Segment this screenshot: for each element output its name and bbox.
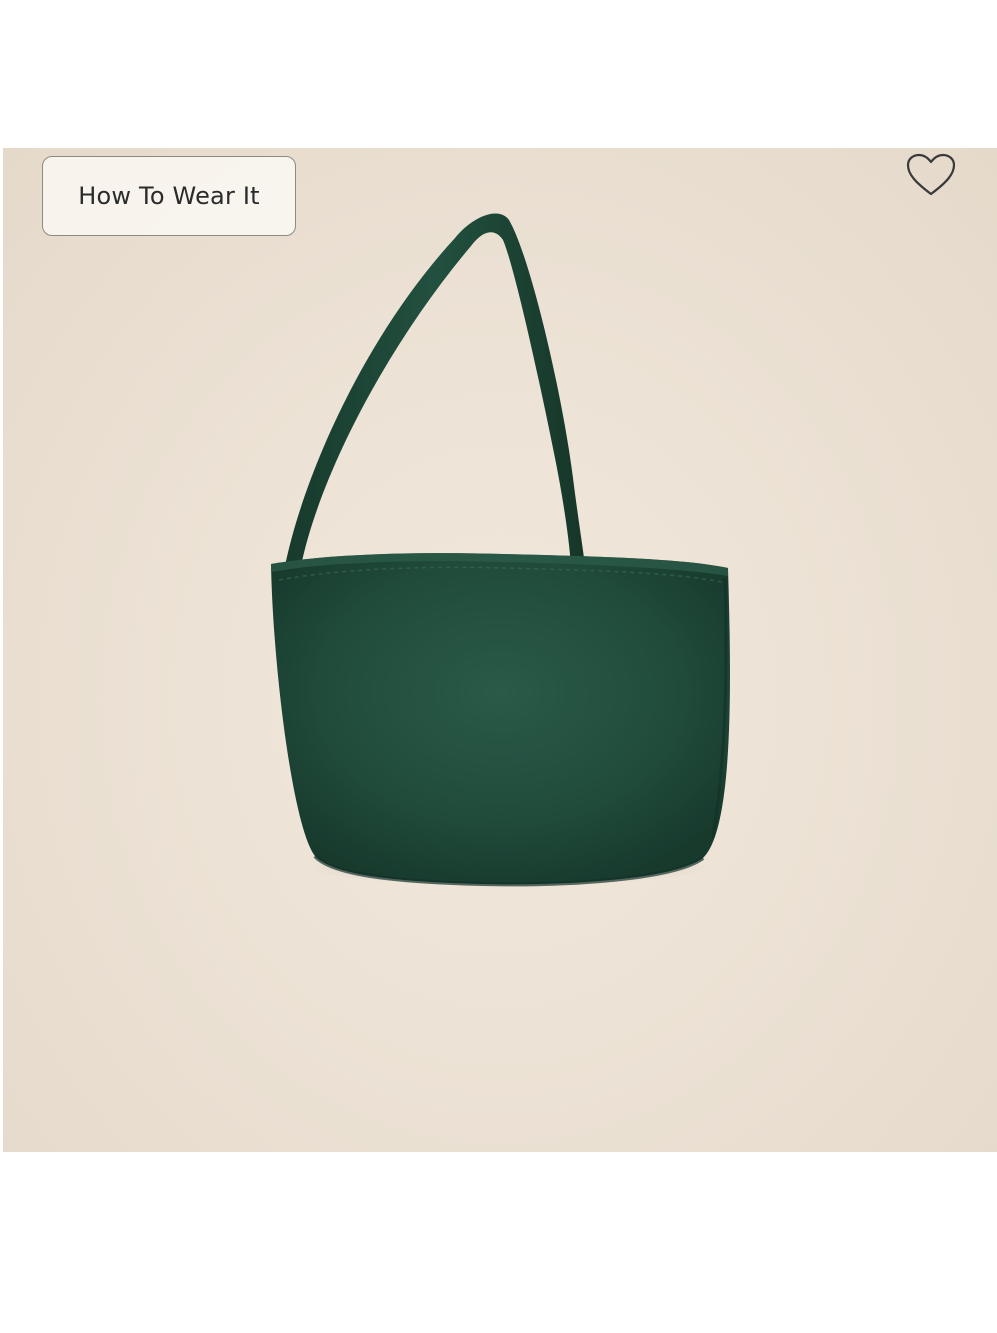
- how-to-wear-button[interactable]: How To Wear It: [42, 156, 296, 236]
- product-image: [3, 148, 997, 1152]
- favorite-button[interactable]: [902, 150, 960, 204]
- product-page: How To Wear It: [0, 0, 997, 1333]
- heart-outline-icon: [905, 152, 957, 202]
- how-to-wear-label: How To Wear It: [78, 182, 260, 210]
